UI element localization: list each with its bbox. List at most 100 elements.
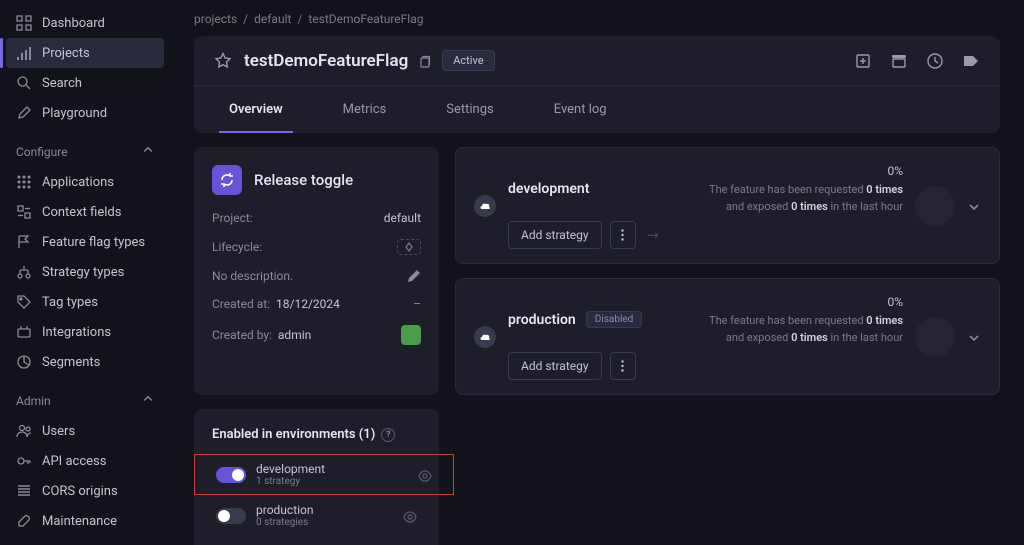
sidebar-item-search[interactable]: Search — [6, 68, 164, 98]
add-strategy-button[interactable]: Add strategy — [508, 221, 602, 249]
sidebar-item-segments[interactable]: Segments — [6, 347, 164, 377]
tag-icon — [16, 294, 32, 310]
chevron-down-icon[interactable] — [967, 330, 981, 344]
created-by-value: admin — [278, 328, 311, 342]
tabs: Overview Metrics Settings Event log — [194, 85, 1000, 133]
env-toggle-name: development — [256, 462, 408, 476]
add-strategy-button[interactable]: Add strategy — [508, 352, 602, 380]
archive-icon[interactable] — [890, 52, 908, 70]
release-panel: Release toggle Project:default Lifecycle… — [194, 147, 439, 395]
key-icon — [16, 453, 32, 469]
tab-event-log[interactable]: Event log — [544, 86, 617, 133]
copy-icon[interactable] — [418, 54, 432, 68]
sidebar-label: Maintenance — [42, 514, 117, 529]
created-by-label: Created by: — [212, 328, 272, 342]
env-stats: 0% The feature has been requested 0 time… — [709, 162, 903, 215]
breadcrumb-projects[interactable]: projects — [194, 12, 237, 26]
visibility-icon[interactable] — [418, 468, 432, 482]
sidebar-label: Strategy types — [42, 265, 124, 280]
enabled-environments-panel: Enabled in environments (1) ? developmen… — [194, 409, 439, 545]
enabled-title: Enabled in environments (1) — [212, 427, 375, 442]
main-content: projects / default / testDemoFeatureFlag… — [170, 0, 1024, 545]
sidebar-item-api-access[interactable]: API access — [6, 446, 164, 476]
sidebar-item-instance-stats[interactable]: Instance stats — [6, 536, 164, 545]
flag-icon — [16, 234, 32, 250]
sidebar-section-configure[interactable]: Configure — [6, 136, 164, 167]
env-toggle[interactable] — [216, 508, 246, 524]
sidebar-item-dashboard[interactable]: Dashboard — [6, 8, 164, 38]
sidebar-item-context-fields[interactable]: Context fields — [6, 197, 164, 227]
env-name: development — [508, 181, 589, 197]
cloud-icon — [474, 326, 496, 348]
edit-description-icon[interactable] — [407, 269, 421, 283]
env-percentage: 0% — [709, 293, 903, 311]
sidebar-label: Playground — [42, 106, 107, 121]
sidebar-item-feature-flag-types[interactable]: Feature flag types — [6, 227, 164, 257]
sidebar: Dashboard Projects Search Playground Con… — [0, 0, 170, 545]
tab-metrics[interactable]: Metrics — [333, 86, 397, 133]
segments-icon — [16, 354, 32, 370]
chevron-up-icon — [142, 144, 154, 159]
sidebar-item-integrations[interactable]: Integrations — [6, 317, 164, 347]
env-toggle-row-development: development 1 strategy — [194, 454, 454, 495]
created-at-label: Created at: — [212, 297, 270, 311]
breadcrumb-feature[interactable]: testDemoFeatureFlag — [308, 12, 423, 26]
sidebar-label: Search — [42, 76, 82, 91]
dashboard-icon — [16, 15, 32, 31]
help-icon[interactable]: ? — [381, 428, 395, 442]
env-toggle-row-production: production 0 strategies — [212, 495, 421, 536]
sidebar-item-projects[interactable]: Projects — [6, 38, 164, 68]
tab-settings[interactable]: Settings — [436, 86, 503, 133]
created-at-dash: – — [413, 297, 421, 311]
integrations-icon — [16, 324, 32, 340]
sidebar-section-admin[interactable]: Admin — [6, 385, 164, 416]
avatar — [401, 325, 421, 345]
clock-icon[interactable] — [926, 52, 944, 70]
env-card-production: production Disabled 0% The feature has b… — [455, 278, 1000, 395]
favorite-star-icon[interactable] — [214, 52, 232, 70]
sidebar-label: Users — [42, 424, 75, 439]
sidebar-item-maintenance[interactable]: Maintenance — [6, 506, 164, 536]
sidebar-label: Applications — [42, 175, 114, 190]
project-value: default — [384, 211, 421, 225]
description-text: No description. — [212, 269, 293, 283]
sidebar-label: CORS origins — [42, 484, 118, 499]
breadcrumb: projects / default / testDemoFeatureFlag — [194, 12, 1000, 26]
env-toggle-sub: 1 strategy — [256, 476, 408, 487]
disabled-badge: Disabled — [586, 311, 643, 328]
release-title: Release toggle — [254, 171, 353, 189]
env-toggle[interactable] — [216, 467, 246, 483]
sidebar-label: Context fields — [42, 205, 121, 220]
env-toggle-sub: 0 strategies — [256, 517, 393, 528]
tab-overview[interactable]: Overview — [219, 86, 293, 133]
section-label: Admin — [16, 394, 51, 408]
more-options-button[interactable] — [610, 221, 636, 249]
sidebar-item-users[interactable]: Users — [6, 416, 164, 446]
created-at-value: 18/12/2024 — [276, 297, 340, 311]
sidebar-label: Projects — [42, 46, 90, 61]
context-icon — [16, 204, 32, 220]
grid-icon — [16, 174, 32, 190]
list-icon — [16, 483, 32, 499]
copy-feature-icon[interactable] — [854, 52, 872, 70]
metrics-circle — [915, 317, 955, 357]
users-icon — [16, 423, 32, 439]
playground-icon — [16, 105, 32, 121]
tag-action-icon[interactable] — [962, 52, 980, 70]
env-percentage: 0% — [709, 162, 903, 180]
env-card-development: development 0% The feature has been requ… — [455, 147, 1000, 264]
breadcrumb-default[interactable]: default — [254, 12, 291, 26]
sidebar-item-tag-types[interactable]: Tag types — [6, 287, 164, 317]
env-name: production — [508, 312, 576, 328]
chevron-down-icon[interactable] — [967, 199, 981, 213]
sidebar-item-playground[interactable]: Playground — [6, 98, 164, 128]
chevron-up-icon — [142, 393, 154, 408]
more-options-button[interactable] — [610, 352, 636, 380]
sidebar-item-cors-origins[interactable]: CORS origins — [6, 476, 164, 506]
strategy-icon — [16, 264, 32, 280]
sidebar-item-applications[interactable]: Applications — [6, 167, 164, 197]
env-stats: 0% The feature has been requested 0 time… — [709, 293, 903, 346]
sidebar-item-strategy-types[interactable]: Strategy types — [6, 257, 164, 287]
project-label: Project: — [212, 211, 253, 225]
visibility-icon[interactable] — [403, 509, 417, 523]
